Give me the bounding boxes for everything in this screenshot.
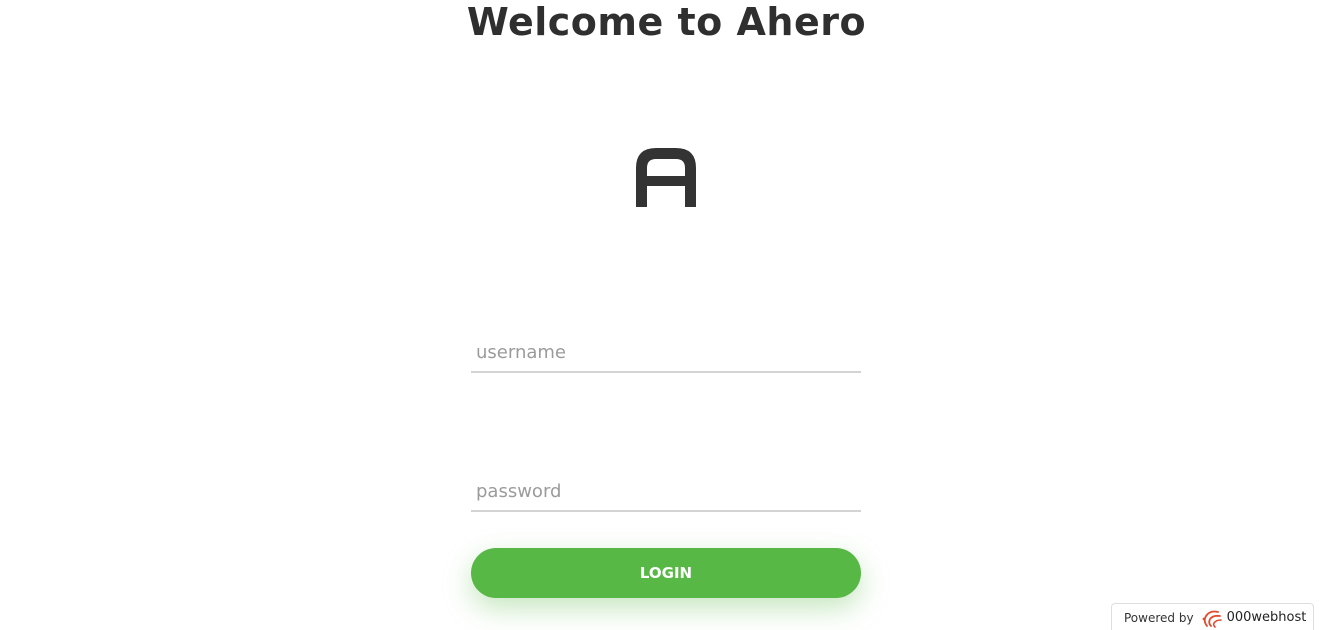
ahero-logo-icon (636, 148, 696, 207)
powered-by-badge[interactable]: Powered by 000webhost (1111, 603, 1314, 630)
page-title: Welcome to Ahero (466, 0, 867, 44)
powered-by-label: Powered by (1124, 611, 1194, 625)
username-field-wrapper (471, 333, 861, 373)
login-page: Welcome to Ahero LOGIN Powered by 000web… (0, 0, 1333, 630)
password-field-wrapper (471, 472, 861, 512)
000webhost-logo-icon (1202, 610, 1222, 628)
000webhost-brand: 000webhost (1226, 610, 1307, 625)
password-input[interactable] (471, 472, 861, 510)
username-input[interactable] (471, 333, 861, 371)
login-button[interactable]: LOGIN (471, 548, 861, 598)
